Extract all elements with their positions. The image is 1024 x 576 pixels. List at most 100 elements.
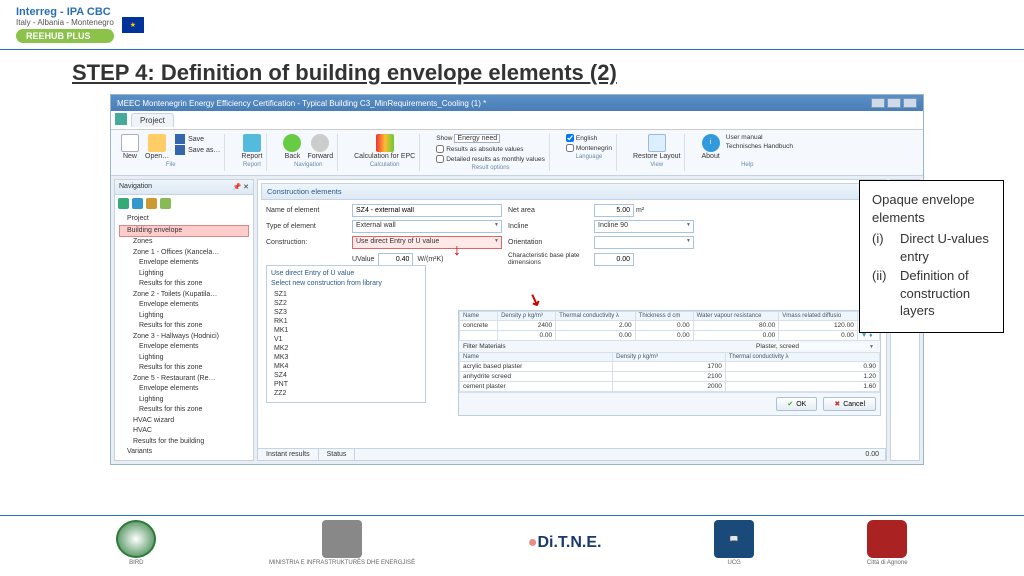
tree-item[interactable]: Zone 5 - Restaurant (Re… — [119, 374, 249, 385]
tree-item[interactable]: Lighting — [119, 395, 249, 406]
incline-dropdown[interactable]: Incline 90 — [594, 220, 694, 233]
ribbon-group-results: Show Energy need Results as absolute val… — [432, 134, 550, 171]
list-item[interactable]: PNT — [271, 380, 421, 389]
report-button[interactable]: Report — [241, 134, 262, 160]
ribbon-group-navigation: Back Forward Navigation — [279, 134, 338, 171]
ribbon-group-language: English Montenegrin Language — [562, 134, 617, 171]
tree-item[interactable]: Results for this zone — [119, 363, 249, 374]
ribbon-group-file: New Open… Save Save as… File — [117, 134, 225, 171]
partner-logo: 📖UCG — [714, 520, 754, 566]
show-select[interactable]: Energy need — [454, 134, 500, 143]
table-row[interactable]: acrylic based plaster17000.90 — [460, 362, 880, 372]
restore-layout-button[interactable]: Restore Layout — [633, 134, 680, 160]
tree-item[interactable]: Results for the building — [119, 437, 249, 448]
tree-item[interactable]: Results for this zone — [119, 405, 249, 416]
app-icon — [115, 113, 127, 125]
status-value: 0.00 — [857, 449, 886, 460]
forward-button[interactable]: Forward — [307, 134, 333, 160]
cancel-button[interactable]: ✖Cancel — [823, 397, 876, 411]
tree-item[interactable]: HVAC wizard — [119, 416, 249, 427]
list-item[interactable]: MK2 — [271, 344, 421, 353]
list-item[interactable]: SZ3 — [271, 308, 421, 317]
monthly-values-checkbox[interactable]: Detailed results as monthly values — [436, 155, 545, 163]
construction-dropdown[interactable]: Use direct Entry of U value — [352, 236, 502, 249]
back-button[interactable]: Back — [283, 134, 301, 160]
tree-item[interactable]: Results for this zone — [119, 279, 249, 290]
table-row[interactable]: concrete24002.000.0080.00120.00▼ ♦ — [460, 321, 880, 331]
section-header: Construction elements — [261, 183, 883, 200]
ok-button[interactable]: ✔OK — [776, 397, 817, 411]
list-item[interactable]: MK1 — [271, 326, 421, 335]
maximize-button[interactable] — [887, 98, 901, 108]
user-manual-link[interactable]: User manual — [726, 134, 793, 141]
baseplate-input[interactable] — [594, 253, 634, 266]
tree-item[interactable]: Envelope elements — [119, 384, 249, 395]
lib-option-direct[interactable]: Use direct Entry of U value — [271, 270, 421, 277]
tab-status[interactable]: Status — [319, 449, 356, 460]
list-item[interactable]: MK4 — [271, 362, 421, 371]
nav-tool-3[interactable] — [146, 198, 157, 209]
list-item[interactable]: MK3 — [271, 353, 421, 362]
lib-option-library[interactable]: Select new construction from library — [271, 280, 421, 287]
about-button[interactable]: iAbout — [701, 134, 719, 160]
new-button[interactable]: New — [121, 134, 139, 160]
close-button[interactable] — [903, 98, 917, 108]
slide-header: Interreg - IPA CBC Italy - Albania - Mon… — [0, 0, 1024, 50]
list-item[interactable]: SZ4 — [271, 371, 421, 380]
list-item[interactable]: RK1 — [271, 317, 421, 326]
tree-item[interactable]: HVAC — [119, 426, 249, 437]
nav-tool-2[interactable] — [132, 198, 143, 209]
filter-results-table: NameDensity ρ kg/m³Thermal conductivity … — [459, 352, 880, 392]
tab-project[interactable]: Project — [131, 113, 174, 127]
tree-root[interactable]: Project — [119, 214, 249, 225]
save-button[interactable]: Save — [175, 134, 220, 144]
library-list: SZ1 SZ2 SZ3 RK1 MK1 V1 MK2 MK3 MK4 SZ4 P… — [271, 290, 421, 398]
construction-library-popup: Use direct Entry of U value Select new c… — [266, 265, 426, 403]
tree-item[interactable]: Envelope elements — [119, 258, 249, 269]
open-button[interactable]: Open… — [145, 134, 169, 160]
body-area: Navigation📌 ✕ Project Building envelope … — [111, 176, 923, 464]
tree-item[interactable]: Envelope elements — [119, 300, 249, 311]
pin-icon[interactable]: 📌 ✕ — [232, 183, 249, 191]
type-dropdown[interactable]: External wall — [352, 220, 502, 233]
window-controls — [871, 98, 917, 108]
table-row[interactable]: anhydrite screed21001.20 — [460, 372, 880, 382]
nav-tool-1[interactable] — [118, 198, 129, 209]
list-item[interactable]: V1 — [271, 335, 421, 344]
logo-main: Interreg - IPA CBC — [16, 6, 114, 18]
table-row[interactable]: 0.000.000.000.000.00▼ ♦ — [460, 331, 880, 341]
table-row[interactable]: cement plaster20001.60 — [460, 382, 880, 392]
tree-item[interactable]: Lighting — [119, 353, 249, 364]
tab-instant-results[interactable]: Instant results — [258, 449, 319, 460]
tree-item[interactable]: Envelope elements — [119, 342, 249, 353]
name-input[interactable] — [352, 204, 502, 217]
tree-item[interactable]: Variants — [119, 447, 249, 458]
list-item[interactable]: ZZ2 — [271, 389, 421, 398]
handbook-link[interactable]: Technisches Handbuch — [726, 143, 793, 150]
minimize-button[interactable] — [871, 98, 885, 108]
menu-bar: Project — [111, 111, 923, 130]
annotation-item: (ii)Definition of construction layers — [872, 267, 991, 320]
abs-values-checkbox[interactable]: Results as absolute values — [436, 145, 545, 153]
tree-item[interactable]: Lighting — [119, 269, 249, 280]
uvalue-input[interactable] — [378, 253, 413, 266]
orientation-dropdown[interactable] — [594, 236, 694, 249]
tree-item[interactable]: Lighting — [119, 311, 249, 322]
tree-item[interactable]: Zones — [119, 237, 249, 248]
lang-english[interactable]: English — [566, 134, 612, 142]
tree-building-envelope[interactable]: Building envelope — [119, 225, 249, 238]
eu-flag-icon: ★ — [122, 17, 144, 33]
filter-dropdown[interactable]: Plaster, screed — [756, 343, 876, 350]
calculation-button[interactable]: Calculation for EPC — [354, 134, 415, 160]
list-item[interactable]: SZ1 — [271, 290, 421, 299]
ribbon-group-calculation: Calculation for EPC Calculation — [350, 134, 420, 171]
tree-item[interactable]: Results for this zone — [119, 321, 249, 332]
lang-montenegrin[interactable]: Montenegrin — [566, 144, 612, 152]
tree-item[interactable]: Zone 3 - Hallways (Hodnici) — [119, 332, 249, 343]
nav-tool-4[interactable] — [160, 198, 171, 209]
tree-item[interactable]: Zone 2 - Toilets (Kupatila… — [119, 290, 249, 301]
netarea-input[interactable] — [594, 204, 634, 217]
tree-item[interactable]: Zone 1 - Offices (Kancela… — [119, 248, 249, 259]
list-item[interactable]: SZ2 — [271, 299, 421, 308]
saveas-button[interactable]: Save as… — [175, 145, 220, 155]
